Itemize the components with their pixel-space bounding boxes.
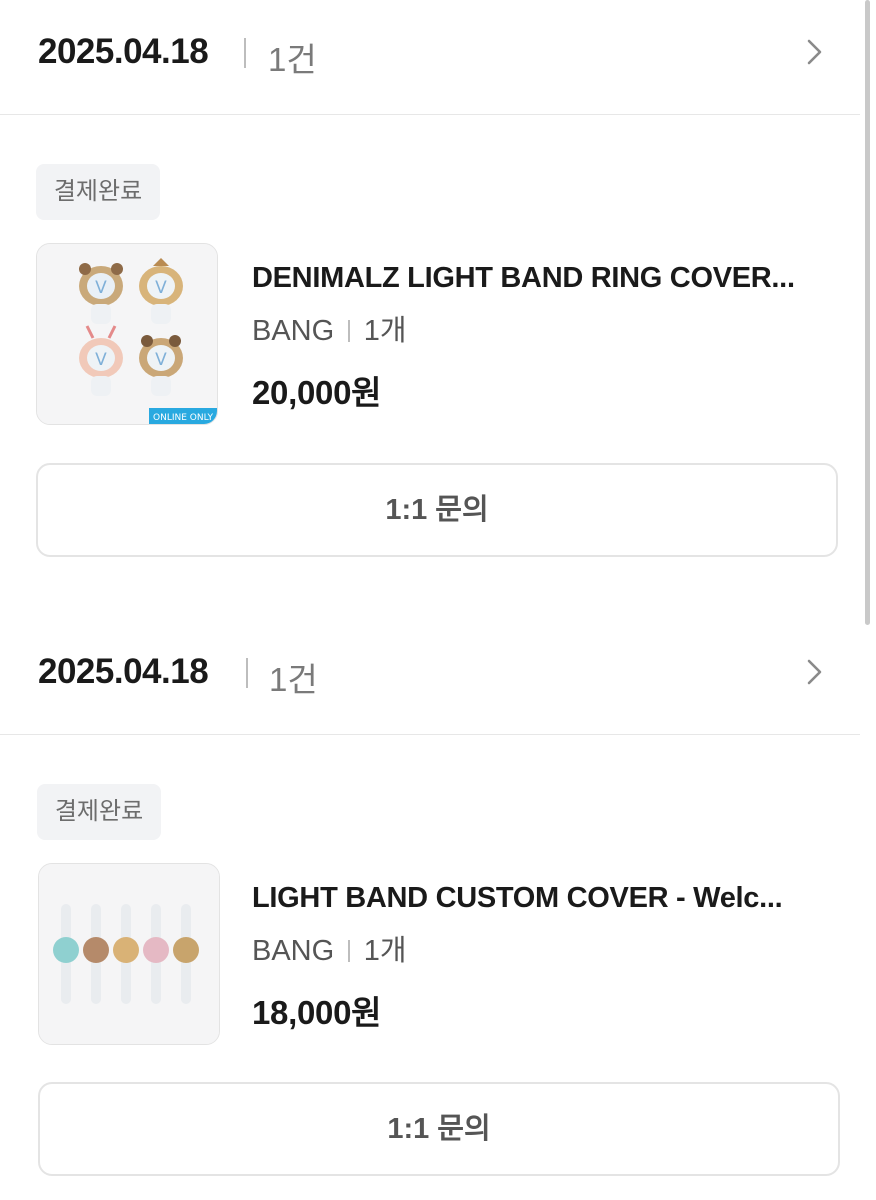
svg-text:V: V — [155, 350, 167, 370]
seller-name: BANG — [252, 935, 335, 967]
inquiry-button[interactable]: 1:1 문의 — [36, 463, 838, 557]
scrollbar[interactable] — [865, 0, 870, 625]
product-meta: BANG 1개 — [252, 927, 407, 969]
product-price: 20,000원 — [252, 374, 382, 411]
quantity: 1개 — [363, 315, 407, 347]
product-thumbnail[interactable] — [38, 863, 220, 1045]
chevron-right-icon[interactable] — [800, 38, 828, 66]
order-header[interactable]: 2025.04.18 1건 — [0, 0, 860, 115]
quantity: 1개 — [363, 935, 407, 967]
svg-text:V: V — [155, 278, 167, 298]
order-date: 2025.04.18 — [38, 652, 209, 691]
order-card: 결제완료 LIGHT BAND CUSTOM COVER - Welc... B… — [0, 736, 860, 1200]
seller-name: BANG — [252, 315, 335, 347]
product-price: 18,000원 — [252, 994, 382, 1031]
product-name[interactable]: LIGHT BAND CUSTOM COVER - Welc... — [252, 882, 832, 915]
product-thumbnail[interactable]: V V V V ONLINE ONLY — [36, 243, 218, 425]
product-image: V V V V ONLINE ONLY — [37, 244, 217, 424]
status-badge: 결제완료 — [37, 784, 161, 840]
order-card: 결제완료 V V V V ONLINE ONLY DENIMALZ LIGHT … — [0, 116, 860, 616]
order-header[interactable]: 2025.04.18 1건 — [0, 620, 860, 735]
order-count: 1건 — [268, 41, 317, 78]
status-badge: 결제완료 — [36, 164, 160, 220]
divider — [348, 940, 350, 962]
online-only-label: ONLINE ONLY — [153, 413, 213, 423]
chevron-right-icon[interactable] — [800, 658, 828, 686]
divider — [246, 658, 248, 688]
order-count: 1건 — [269, 661, 318, 698]
product-name[interactable]: DENIMALZ LIGHT BAND RING COVER... — [252, 262, 832, 295]
product-image — [39, 864, 219, 1044]
product-meta: BANG 1개 — [252, 307, 407, 349]
divider — [244, 38, 246, 68]
svg-text:V: V — [95, 350, 107, 370]
svg-text:V: V — [95, 278, 107, 298]
order-date: 2025.04.18 — [38, 32, 209, 71]
divider — [348, 320, 350, 342]
inquiry-button[interactable]: 1:1 문의 — [38, 1082, 840, 1176]
